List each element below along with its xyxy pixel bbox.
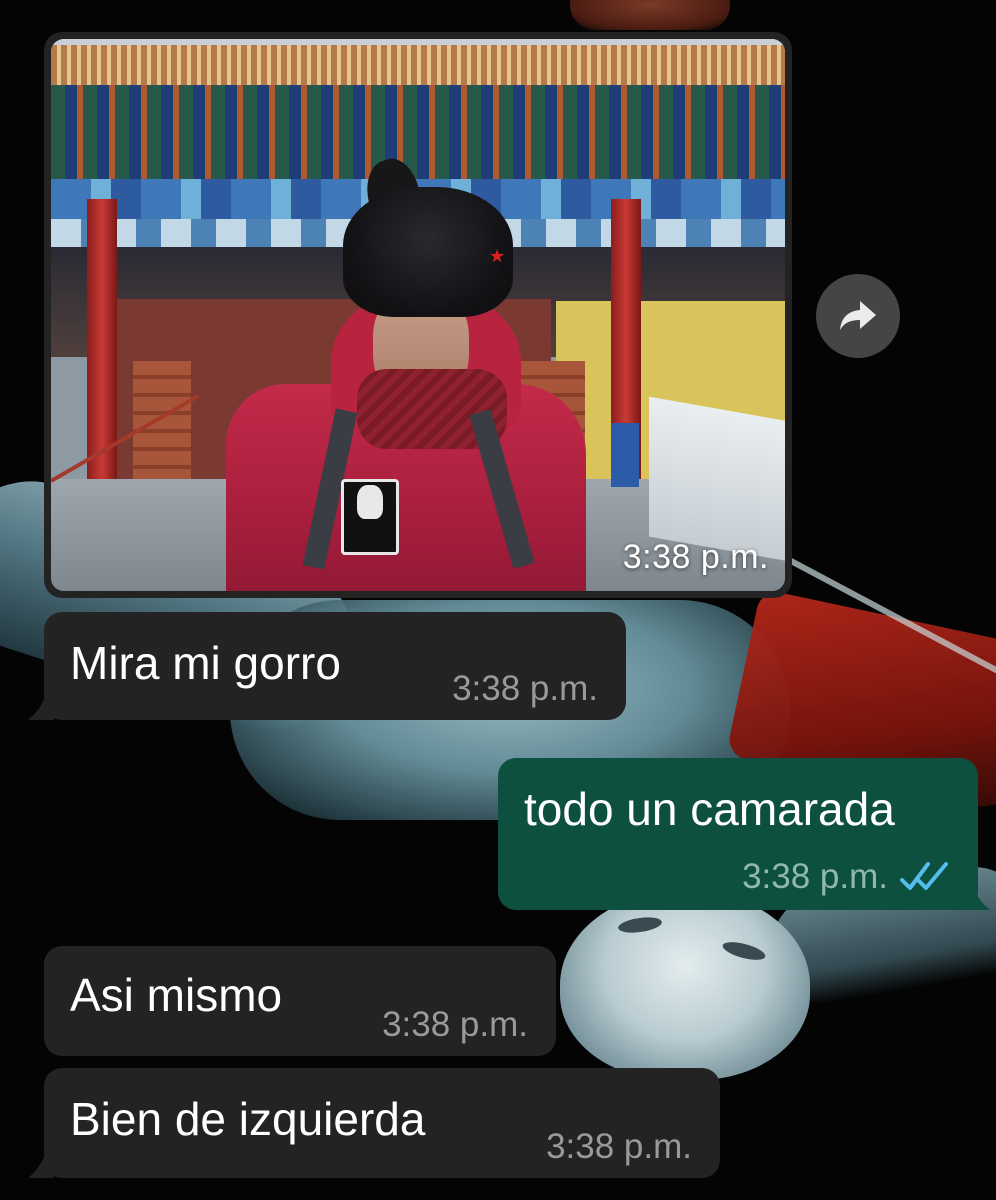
- bubble-tail: [28, 1142, 54, 1178]
- forward-arrow-icon: [840, 301, 876, 330]
- wallpaper-shape: [570, 0, 730, 30]
- photo-message-bubble[interactable]: ★ 3:38 p.m.: [44, 32, 792, 598]
- outgoing-message-bubble[interactable]: todo un camarada 3:38 p.m.: [498, 758, 978, 910]
- message-text: Bien de izquierda: [70, 1093, 426, 1145]
- star-icon: ★: [489, 246, 506, 266]
- incoming-message-bubble[interactable]: Asi mismo 3:38 p.m.: [44, 946, 556, 1056]
- photo-detail: [51, 85, 785, 185]
- photo-detail: [51, 45, 785, 85]
- message-text: Asi mismo: [70, 969, 283, 1021]
- wallpaper-shape: [560, 890, 810, 1080]
- photo-detail: [611, 423, 639, 487]
- photo-attachment[interactable]: ★ 3:38 p.m.: [51, 39, 785, 591]
- incoming-message-bubble[interactable]: Mira mi gorro 3:38 p.m.: [44, 612, 626, 720]
- message-text: Mira mi gorro: [70, 637, 341, 689]
- photo-detail: [343, 187, 513, 317]
- message-text: todo un camarada: [524, 783, 895, 835]
- message-timestamp: 3:38 p.m.: [742, 857, 888, 896]
- hand-icon: [357, 485, 383, 519]
- message-timestamp: 3:38 p.m.: [546, 1127, 692, 1166]
- message-timestamp: 3:38 p.m.: [622, 538, 769, 576]
- double-check-read-icon: [900, 862, 948, 890]
- incoming-message-bubble[interactable]: Bien de izquierda 3:38 p.m.: [44, 1068, 720, 1178]
- photo-detail: [649, 396, 785, 562]
- message-timestamp: 3:38 p.m.: [452, 669, 598, 708]
- message-timestamp: 3:38 p.m.: [382, 1005, 528, 1044]
- forward-button[interactable]: [816, 274, 900, 358]
- bubble-tail: [28, 684, 54, 720]
- bubble-tail: [958, 874, 990, 910]
